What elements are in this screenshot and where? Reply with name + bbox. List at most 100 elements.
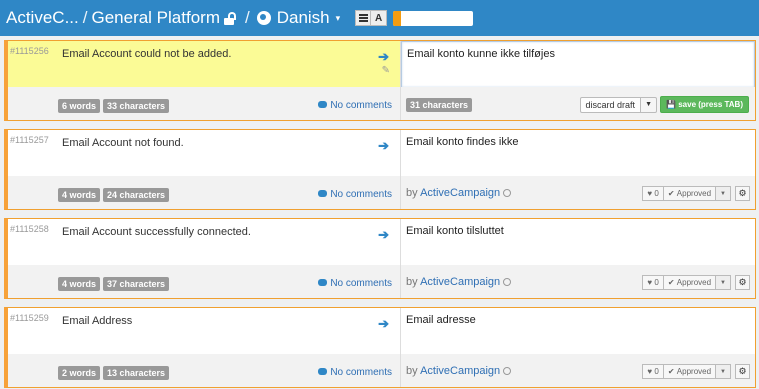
view-toggle: A — [355, 10, 388, 26]
author-link[interactable]: ActiveCampaign — [420, 365, 500, 377]
translation-cell[interactable]: Email konto kunne ikke tilføjes 31 chara… — [400, 41, 755, 120]
approved-button[interactable]: ✔ Approved — [663, 186, 717, 201]
translator-info: by ActiveCampaign — [406, 365, 512, 377]
pencil-icon[interactable]: ✎ — [382, 65, 390, 76]
char-count-badge: 13 characters — [103, 366, 170, 380]
translation-editor[interactable]: Email konto kunne ikke tilføjes — [401, 41, 755, 88]
progress-fill — [393, 10, 402, 26]
translation-footer: by ActiveCampaign ♥ 0 ✔ Approved ▼ ⚙ — [401, 176, 755, 209]
source-text: Email Account successfully connected. — [62, 226, 251, 238]
translation-row: #1115258 Email Account successfully conn… — [4, 218, 756, 299]
source-text: Email Account could not be added. — [62, 48, 232, 60]
char-count-badge: 24 characters — [103, 188, 170, 202]
font-view-button[interactable]: A — [371, 10, 388, 26]
list-view-button[interactable] — [355, 10, 372, 26]
discard-draft-group: discard draft ▼ — [579, 97, 657, 113]
translator-info: by ActiveCampaign — [406, 276, 512, 288]
discard-dropdown-toggle[interactable]: ▼ — [641, 97, 657, 113]
clock-icon[interactable] — [503, 367, 512, 375]
author-link[interactable]: ActiveCampaign — [420, 187, 500, 199]
translation-text: Email konto findes ikke — [406, 136, 519, 148]
source-cell[interactable]: #1115257 Email Account not found. ➔ 4 wo… — [8, 130, 400, 209]
source-footer: 4 words 24 characters No comments — [8, 176, 400, 209]
arrow-right-icon[interactable]: ➔ — [378, 138, 389, 154]
char-count-badge: 37 characters — [103, 277, 170, 291]
clock-icon[interactable] — [503, 278, 512, 286]
source-text: Email Address — [62, 315, 133, 327]
arrow-right-icon[interactable]: ➔ — [378, 316, 389, 332]
status-dropdown-toggle[interactable]: ▼ — [716, 275, 731, 290]
source-cell[interactable]: #1115259 Email Address ➔ 2 words 13 char… — [8, 308, 400, 387]
vote-button[interactable]: ♥ 0 — [642, 275, 664, 290]
breadcrumb-separator: / — [82, 8, 88, 27]
translation-footer: by ActiveCampaign ♥ 0 ✔ Approved ▼ ⚙ — [401, 354, 755, 387]
source-footer: 4 words 37 characters No comments — [8, 265, 400, 298]
save-button[interactable]: 💾 save (press TAB) — [660, 96, 749, 113]
check-icon: ✔ — [667, 189, 675, 198]
comments-link[interactable]: No comments — [318, 278, 392, 289]
breadcrumb-project[interactable]: ActiveC... — [6, 8, 79, 28]
vote-button[interactable]: ♥ 0 — [642, 364, 664, 379]
comment-icon — [318, 101, 328, 108]
translation-progress-bar — [393, 10, 474, 26]
source-text: Email Account not found. — [62, 137, 184, 149]
word-count-badge: 2 words — [58, 366, 101, 380]
comments-link[interactable]: No comments — [318, 189, 392, 200]
translation-list: #1115256 Email Account could not be adde… — [4, 40, 756, 389]
approved-button[interactable]: ✔ Approved — [663, 364, 717, 379]
heart-icon: ♥ — [647, 278, 653, 287]
string-id: #1115259 — [10, 313, 49, 323]
vote-button[interactable]: ♥ 0 — [642, 186, 664, 201]
source-cell[interactable]: #1115256 Email Account could not be adde… — [8, 41, 400, 120]
translation-char-count-badge: 31 characters — [406, 98, 473, 112]
comment-icon — [318, 368, 328, 375]
arrow-right-icon[interactable]: ➔ — [378, 227, 389, 243]
breadcrumb-resource[interactable]: General Platform — [91, 8, 220, 28]
translation-row: #1115259 Email Address ➔ 2 words 13 char… — [4, 307, 756, 388]
translation-row: #1115256 Email Account could not be adde… — [4, 40, 756, 121]
approved-button[interactable]: ✔ Approved — [663, 275, 717, 290]
discard-draft-button[interactable]: discard draft — [579, 97, 642, 113]
status-dropdown-toggle[interactable]: ▼ — [716, 364, 731, 379]
heart-icon: ♥ — [647, 367, 653, 376]
translation-text: Email konto tilsluttet — [406, 225, 504, 237]
check-icon: ✔ — [667, 278, 675, 287]
lines-icon — [358, 14, 368, 22]
source-cell[interactable]: #1115258 Email Account successfully conn… — [8, 219, 400, 298]
translation-cell[interactable]: Email konto tilsluttet by ActiveCampaign… — [400, 219, 755, 298]
translation-text[interactable]: Email konto kunne ikke tilføjes — [407, 48, 555, 60]
translation-cell[interactable]: Email konto findes ikke by ActiveCampaig… — [400, 130, 755, 209]
translator-info: by ActiveCampaign — [406, 187, 512, 199]
gear-icon[interactable]: ⚙ — [735, 275, 750, 290]
chevron-down-icon[interactable]: ▾ — [336, 13, 341, 24]
comments-link[interactable]: No comments — [318, 367, 392, 378]
translation-cell[interactable]: Email adresse by ActiveCampaign ♥ 0 ✔ Ap… — [400, 308, 755, 387]
top-bar: ActiveC... / General Platform / Danish ▾… — [0, 0, 759, 36]
arrow-right-icon[interactable]: ➔ — [378, 49, 389, 65]
string-id: #1115256 — [10, 46, 49, 56]
clock-icon[interactable] — [503, 189, 512, 197]
source-footer: 6 words 33 characters No comments — [8, 87, 400, 120]
string-id: #1115258 — [10, 224, 49, 234]
breadcrumb-separator: / — [244, 8, 250, 27]
word-count-badge: 4 words — [58, 188, 101, 202]
source-footer: 2 words 13 characters No comments — [8, 354, 400, 387]
char-count-badge: 33 characters — [103, 99, 170, 113]
globe-icon — [256, 11, 271, 25]
comments-link[interactable]: No comments — [318, 100, 392, 111]
check-icon: ✔ — [667, 367, 675, 376]
word-count-badge: 6 words — [58, 99, 101, 113]
lock-icon — [223, 11, 236, 25]
heart-icon: ♥ — [647, 189, 653, 198]
gear-icon[interactable]: ⚙ — [735, 364, 750, 379]
translation-row: #1115257 Email Account not found. ➔ 4 wo… — [4, 129, 756, 210]
string-id: #1115257 — [10, 135, 49, 145]
language-selector[interactable]: Danish — [277, 8, 330, 28]
word-count-badge: 4 words — [58, 277, 101, 291]
gear-icon[interactable]: ⚙ — [735, 186, 750, 201]
status-dropdown-toggle[interactable]: ▼ — [716, 186, 731, 201]
author-link[interactable]: ActiveCampaign — [420, 276, 500, 288]
comment-icon — [318, 279, 328, 286]
comment-icon — [318, 190, 328, 197]
translation-footer: 31 characters discard draft ▼ 💾 save (pr… — [401, 87, 755, 120]
